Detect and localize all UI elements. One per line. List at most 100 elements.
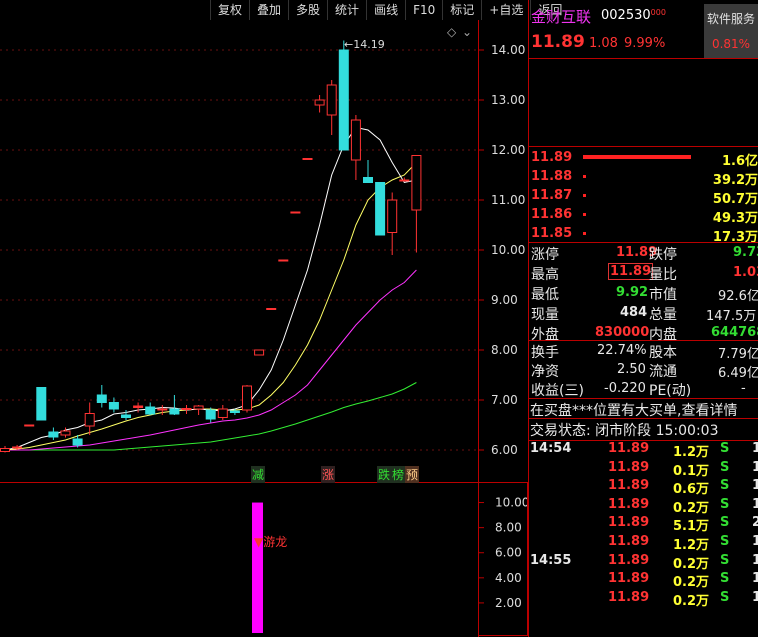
tick-side: S <box>720 496 730 512</box>
orderbook-row[interactable]: 11.85 17.3万 <box>528 226 758 246</box>
candle <box>217 405 228 420</box>
tick-volume: 5.1万 <box>673 519 710 535</box>
tick-time: 14:54 <box>530 441 572 456</box>
tick-volume: 0.1万 <box>673 463 710 479</box>
candle <box>181 405 192 414</box>
tick-price: 11.89 <box>608 496 650 512</box>
price-tick-label: 12.00 <box>491 143 525 157</box>
tick-row[interactable]: 11.89 5.1万 S 2 <box>528 515 758 535</box>
candle <box>290 211 301 214</box>
outer-volume-value: 830000 <box>595 325 650 340</box>
price-change-pct: 9.99% <box>624 36 666 51</box>
pe-value: - <box>741 381 746 396</box>
orderbook-row[interactable]: 11.86 49.3万 <box>528 207 758 227</box>
tick-price: 11.89 <box>608 459 650 475</box>
tick-price: 11.89 <box>608 571 650 587</box>
diamond-icon[interactable]: ◇ <box>447 25 457 39</box>
candle <box>242 385 252 413</box>
orderbook-price: 11.87 <box>531 188 573 203</box>
ma10-line <box>4 162 417 451</box>
marker-forecast: 预 <box>405 466 420 483</box>
candle <box>84 402 95 435</box>
big-order-notice[interactable]: 在买盘***位置有大买单,查看详情 <box>530 400 737 420</box>
orderbook-volume: 1.6亿 <box>721 154 758 169</box>
price-tick-label: 9.00 <box>491 293 518 307</box>
share-capital-value: 7.79亿 <box>718 347 758 362</box>
industry-service-button[interactable]: 软件服务 0.81% <box>704 4 758 58</box>
ma5-line <box>4 126 417 451</box>
volume-ratio-value: 1.03 <box>733 265 758 280</box>
net-assets-value: 2.50 <box>617 362 646 377</box>
price-tick-label: 13.00 <box>491 93 525 107</box>
stock-code: 002530000 <box>601 8 666 23</box>
price-tick-label: 11.00 <box>491 193 525 207</box>
tick-count: 1 <box>752 552 758 568</box>
tick-row[interactable]: 11.89 0.1万 S 1 <box>528 460 758 480</box>
tick-count: 1 <box>752 534 758 549</box>
tick-price: 11.89 <box>608 515 650 531</box>
tick-side: S <box>720 459 730 475</box>
limit-down-value: 9.73 <box>733 245 758 260</box>
tick-row[interactable]: 14:55 11.89 0.2万 S 1 <box>528 553 758 573</box>
tick-count: 1 <box>752 496 758 512</box>
current-volume-value: 484 <box>620 305 648 320</box>
volume-indicator-label: ▼游龙 <box>254 535 288 549</box>
candle <box>302 158 313 160</box>
ma20-line <box>5 269 417 451</box>
tick-row[interactable]: 11.89 0.2万 S 1 <box>528 590 758 610</box>
market-cap-value: 92.6亿 <box>718 289 758 304</box>
orderbook-volume-bar <box>583 194 586 197</box>
tick-time: 14:55 <box>530 552 572 568</box>
float-shares-value: 6.49亿 <box>718 366 758 381</box>
tick-count: 1 <box>752 441 758 456</box>
volume-tick-label: 8.00 <box>495 521 522 535</box>
candle <box>266 308 277 310</box>
volume-tick-label: 10.00 <box>495 496 528 510</box>
chevron-down-icon[interactable]: ⌄ <box>462 25 472 39</box>
tick-row[interactable]: 14:54 11.89 1.2万 S 1 <box>528 441 758 461</box>
marker-rise: 涨 <box>321 466 336 483</box>
candle <box>278 259 289 262</box>
tick-price: 11.89 <box>608 534 650 549</box>
volume-bar <box>252 502 263 633</box>
candle <box>0 446 10 453</box>
tick-volume: 0.2万 <box>673 556 710 572</box>
price-tick-label: 14.00 <box>491 43 525 57</box>
orderbook-row[interactable]: 11.87 50.7万 <box>528 188 758 208</box>
marker-fall: 跌 <box>377 466 392 483</box>
candle <box>145 402 156 415</box>
candle <box>314 95 325 113</box>
orderbook-volume: 49.3万 <box>712 211 758 226</box>
tick-side: S <box>720 589 730 605</box>
orderbook-row[interactable]: 11.89 1.6亿 <box>528 150 758 170</box>
candle <box>48 427 59 440</box>
total-volume-value: 147.5万 <box>706 309 757 324</box>
orderbook-price: 11.86 <box>531 207 573 222</box>
tick-row[interactable]: 11.89 0.2万 S 1 <box>528 497 758 517</box>
orderbook-price: 11.85 <box>531 226 573 241</box>
tick-row[interactable]: 11.89 0.2万 S 1 <box>528 571 758 591</box>
orderbook-row[interactable]: 11.88 39.2万 <box>528 169 758 189</box>
eps-value: -0.220 <box>604 381 646 396</box>
candle <box>205 407 216 423</box>
trade-status: 交易状态: 闭市阶段 15:00:03 <box>530 423 719 439</box>
tick-price: 11.89 <box>608 552 650 568</box>
tick-row[interactable]: 11.89 0.6万 S 1 <box>528 478 758 498</box>
orderbook-volume: 50.7万 <box>712 192 758 207</box>
price-change: 1.08 <box>589 36 618 51</box>
low-value: 9.92 <box>616 285 649 300</box>
tick-price: 11.89 <box>608 589 650 605</box>
tick-volume: 1.2万 <box>673 445 710 460</box>
volume-tick-label: 6.00 <box>495 546 522 560</box>
candle <box>411 155 422 253</box>
tick-price: 11.89 <box>608 441 650 456</box>
volume-tick-label: 4.00 <box>495 571 522 585</box>
volume-tick-label: 2.00 <box>495 596 522 610</box>
orderbook-price: 11.89 <box>531 150 573 165</box>
tick-side: S <box>720 571 730 587</box>
tick-count: 1 <box>752 459 758 475</box>
tick-price: 11.89 <box>608 478 650 494</box>
tick-count: 2 <box>752 515 758 531</box>
tick-row[interactable]: 11.89 1.2万 S 1 <box>528 534 758 554</box>
price-tick-label: 6.00 <box>491 443 518 457</box>
